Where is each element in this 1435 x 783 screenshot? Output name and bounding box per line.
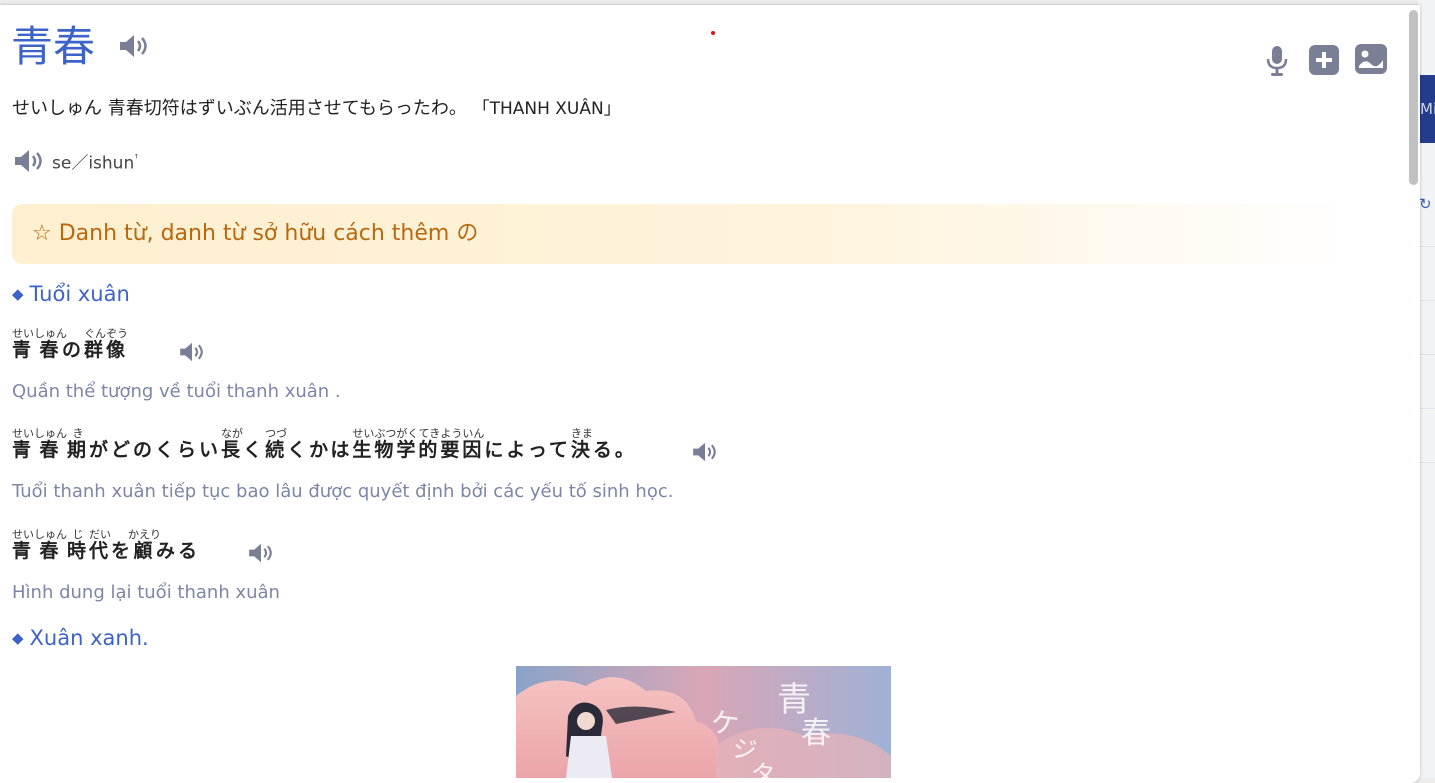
example-speaker-icon[interactable]: [178, 341, 206, 363]
meaning-heading[interactable]: ◆ Xuân xanh.: [12, 624, 149, 654]
example-translation: Quần thể tượng về tuổi thanh xuân .: [12, 381, 341, 402]
scrollbar-thumb[interactable]: [1409, 10, 1418, 185]
part-of-speech-label: ☆ Danh từ, danh từ sở hữu cách thêm の: [32, 221, 479, 246]
diamond-icon: ◆: [12, 285, 24, 303]
example-sentence: 青春切符はずいぶん活用させてもらったわ。: [107, 98, 467, 119]
romaji-speaker-icon[interactable]: [13, 148, 45, 174]
example-translation: Hình dung lại tuổi thanh xuân: [12, 582, 280, 603]
headword-speaker-icon[interactable]: [118, 33, 150, 59]
hanviet-reading: 「THANH XUÂN」: [472, 99, 621, 119]
example-text: 青せい春しゅん期きがどのくらい長ながく続つづくかは生せい物ぶつ学がく的てき要よう…: [12, 427, 637, 461]
romaji-text: se／ishun: [52, 153, 135, 174]
diamond-icon: ◆: [12, 629, 24, 647]
example-sentence-jp: 青せい春しゅん期きがどのくらい長ながく続つづくかは生せい物ぶつ学がく的てき要よう…: [12, 427, 637, 462]
background-tab[interactable]: Mi: [1420, 75, 1435, 143]
pitch-mark: ꜛ: [134, 152, 139, 165]
example-sentence-jp: 青せい春しゅんの群ぐん像ぞう: [12, 327, 128, 362]
illustration-image: 青 春 ケ ジ タ ル: [516, 666, 891, 778]
example-sentence-jp: 青せい春しゅん時じ代だいを顧かえりみる: [12, 528, 200, 563]
microphone-icon[interactable]: [1265, 45, 1289, 81]
meaning-heading[interactable]: ◆ Tuổi xuân: [12, 280, 130, 310]
plus-icon[interactable]: [1309, 45, 1339, 79]
example-text: 青せい春しゅんの群ぐん像ぞう: [12, 327, 129, 361]
romaji-reading: se／ishunꜛ: [52, 147, 138, 176]
refresh-icon[interactable]: ↻: [1419, 195, 1432, 213]
example-translation: Tuổi thanh xuân tiếp tục bao lâu được qu…: [12, 481, 674, 502]
cover-title: 青 春 ケ ジ タ ル: [708, 680, 831, 778]
headword: 青春: [11, 22, 96, 71]
meaning-label: Tuổi xuân: [29, 282, 130, 306]
reading-line: せいしゅん 青春切符はずいぶん活用させてもらったわ。 「THANH XUÂN」: [12, 96, 621, 122]
background-app: Mi ↻: [1418, 0, 1435, 778]
meaning-label: Xuân xanh.: [29, 626, 149, 650]
kana-reading: せいしゅん: [12, 98, 102, 119]
example-text: 青せい春しゅん時じ代だいを顧かえりみる: [12, 528, 201, 562]
cursor-marker: [711, 31, 715, 35]
example-speaker-icon[interactable]: [691, 441, 719, 463]
dictionary-popup: 青春 せいしゅん 青春切符はずいぶん活用させてもらったわ。 「THANH XUÂ…: [0, 5, 1420, 783]
example-speaker-icon[interactable]: [247, 542, 275, 564]
image-icon[interactable]: [1355, 44, 1387, 78]
part-of-speech-banner: ☆ Danh từ, danh từ sở hữu cách thêm の: [12, 204, 1352, 264]
